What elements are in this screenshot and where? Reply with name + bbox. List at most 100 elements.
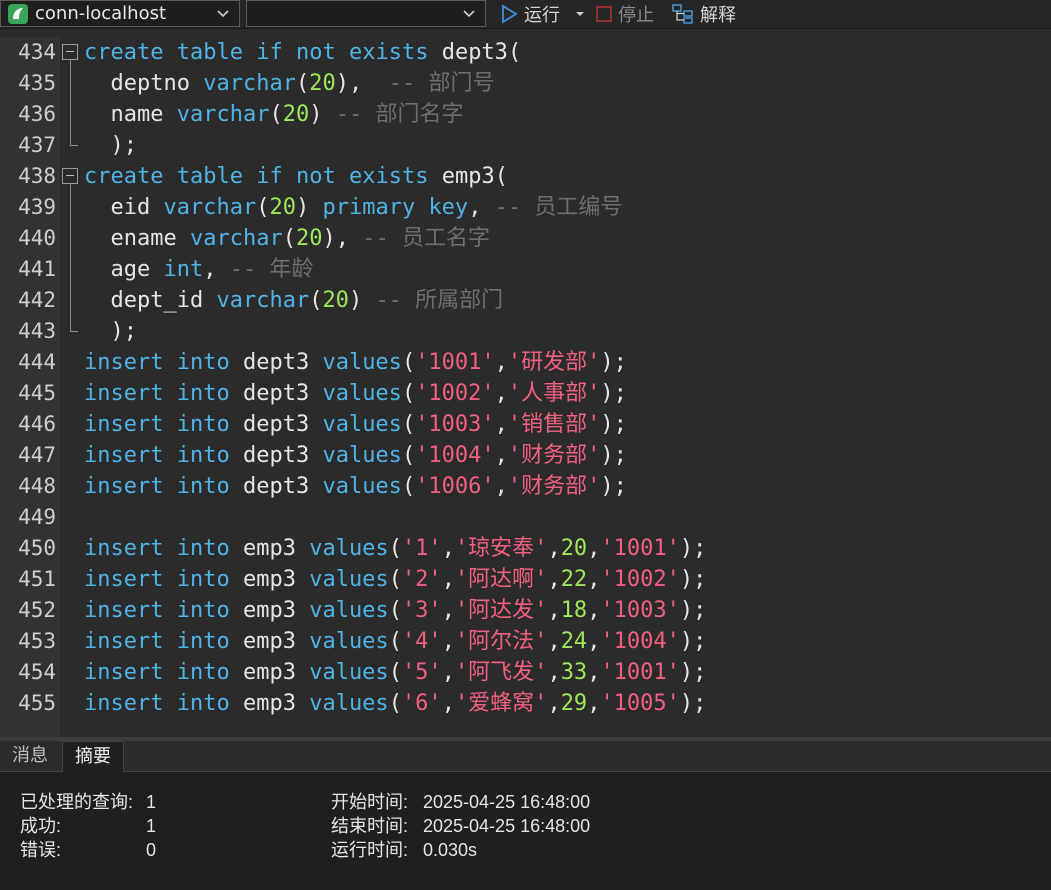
explain-label: 解释 bbox=[700, 4, 736, 26]
error-label: 错误: bbox=[20, 840, 62, 860]
code-line[interactable]: 441 age int, -- 年龄 bbox=[0, 254, 1051, 285]
connection-icon bbox=[7, 3, 29, 25]
code-line[interactable]: 449 bbox=[0, 502, 1051, 533]
connection-name: conn-localhost bbox=[35, 3, 167, 24]
result-tabs: 消息 摘要 bbox=[0, 741, 1051, 773]
fold-toggle-icon[interactable] bbox=[62, 168, 78, 184]
code-text: insert into emp3 values('4','阿尔法',24,'10… bbox=[84, 629, 707, 654]
chevron-down-icon bbox=[217, 10, 229, 18]
line-number: 437 bbox=[18, 133, 56, 157]
tab-messages[interactable]: 消息 bbox=[0, 741, 60, 771]
code-text: insert into emp3 values('3','阿达发',18,'10… bbox=[84, 598, 707, 623]
database-select[interactable] bbox=[246, 0, 486, 27]
code-text: insert into dept3 values('1001','研发部'); bbox=[84, 350, 627, 375]
code-line[interactable]: 451 insert into emp3 values('2','阿达啊',22,… bbox=[0, 564, 1051, 595]
line-number: 454 bbox=[18, 660, 56, 684]
line-number: 455 bbox=[18, 691, 56, 715]
end-time-label: 结束时间: bbox=[331, 816, 409, 836]
code-line[interactable]: 436 name varchar(20) -- 部门名字 bbox=[0, 99, 1051, 130]
line-number: 447 bbox=[18, 443, 56, 467]
code-line[interactable]: 434 create table if not exists dept3( bbox=[0, 37, 1051, 68]
code-line[interactable]: 443 ); bbox=[0, 316, 1051, 347]
line-number: 452 bbox=[18, 598, 56, 622]
processed-value: 1 bbox=[146, 792, 157, 812]
start-time-value: 2025-04-25 16:48:00 bbox=[423, 792, 591, 812]
run-label: 运行 bbox=[524, 4, 560, 26]
line-number: 435 bbox=[18, 71, 56, 95]
fold-toggle-icon[interactable] bbox=[62, 44, 78, 60]
code-text: insert into emp3 values('6','爱蜂窝',29,'10… bbox=[84, 691, 707, 716]
connection-select[interactable]: conn-localhost bbox=[0, 0, 240, 27]
explain-icon bbox=[672, 3, 694, 24]
code-text: insert into dept3 values('1002','人事部'); bbox=[84, 381, 627, 406]
error-value: 0 bbox=[146, 840, 157, 860]
line-number: 443 bbox=[18, 319, 56, 343]
code-line[interactable]: 442 dept_id varchar(20) -- 所属部门 bbox=[0, 285, 1051, 316]
code-text: insert into dept3 values('1006','财务部'); bbox=[84, 474, 627, 499]
line-number: 444 bbox=[18, 350, 56, 374]
code-text: ename varchar(20), -- 员工名字 bbox=[110, 226, 490, 251]
code-line[interactable]: 453 insert into emp3 values('4','阿尔法',24,… bbox=[0, 626, 1051, 657]
line-number: 436 bbox=[18, 102, 56, 126]
code-text: ); bbox=[110, 133, 138, 158]
code-text: insert into dept3 values('1004','财务部'); bbox=[84, 443, 627, 468]
explain-button[interactable]: 解释 bbox=[672, 0, 736, 27]
line-number: 440 bbox=[18, 226, 56, 250]
code-text: insert into emp3 values('5','阿飞发',33,'10… bbox=[84, 660, 707, 685]
fold-end-marker bbox=[70, 331, 78, 332]
code-line[interactable]: 438 create table if not exists emp3( bbox=[0, 161, 1051, 192]
code-line[interactable]: 437 ); bbox=[0, 130, 1051, 161]
line-number: 450 bbox=[18, 536, 56, 560]
code-text: name varchar(20) -- 部门名字 bbox=[110, 102, 464, 127]
runtime-value: 0.030s bbox=[423, 840, 478, 860]
line-number: 434 bbox=[18, 40, 56, 64]
success-label: 成功: bbox=[20, 816, 62, 836]
line-number: 453 bbox=[18, 629, 56, 653]
code-line[interactable]: 445 insert into dept3 values('1002','人事部'… bbox=[0, 378, 1051, 409]
toolbar: conn-localhost 运行 停止 解释 bbox=[0, 0, 1051, 29]
line-number: 446 bbox=[18, 412, 56, 436]
code-line[interactable]: 444 insert into dept3 values('1001','研发部'… bbox=[0, 347, 1051, 378]
code-text: deptno varchar(20), -- 部门号 bbox=[110, 71, 495, 96]
line-number: 439 bbox=[18, 195, 56, 219]
code-line[interactable]: 452 insert into emp3 values('3','阿达发',18,… bbox=[0, 595, 1051, 626]
code-line[interactable]: 439 eid varchar(20) primary key, -- 员工编号 bbox=[0, 192, 1051, 223]
fold-guide bbox=[70, 184, 71, 331]
run-button[interactable]: 运行 bbox=[500, 0, 560, 27]
fold-end-marker bbox=[70, 145, 78, 146]
caret-down-icon bbox=[576, 11, 584, 16]
code-line[interactable]: 455 insert into emp3 values('6','爱蜂窝',29,… bbox=[0, 688, 1051, 719]
processed-label: 已处理的查询: bbox=[20, 792, 134, 812]
code-text: create table if not exists dept3( bbox=[84, 40, 522, 65]
fold-guide bbox=[70, 60, 71, 145]
code-text: insert into emp3 values('2','阿达啊',22,'10… bbox=[84, 567, 707, 592]
line-number: 445 bbox=[18, 381, 56, 405]
stop-button[interactable]: 停止 bbox=[596, 0, 654, 27]
code-text: insert into dept3 values('1003','销售部'); bbox=[84, 412, 627, 437]
code-text: eid varchar(20) primary key, -- 员工编号 bbox=[110, 195, 623, 220]
code-text: insert into emp3 values('1','琼安奉',20,'10… bbox=[84, 536, 707, 561]
run-dropdown-button[interactable] bbox=[574, 0, 586, 27]
code-line[interactable]: 440 ename varchar(20), -- 员工名字 bbox=[0, 223, 1051, 254]
line-number: 442 bbox=[18, 288, 56, 312]
code-line[interactable]: 435 deptno varchar(20), -- 部门号 bbox=[0, 68, 1051, 99]
stop-label: 停止 bbox=[618, 4, 654, 26]
code-line[interactable]: 447 insert into dept3 values('1004','财务部'… bbox=[0, 440, 1051, 471]
stop-icon bbox=[596, 5, 612, 22]
code-text: dept_id varchar(20) -- 所属部门 bbox=[110, 288, 504, 313]
line-number: 448 bbox=[18, 474, 56, 498]
code-text: create table if not exists emp3( bbox=[84, 164, 508, 189]
code-line[interactable]: 454 insert into emp3 values('5','阿飞发',33,… bbox=[0, 657, 1051, 688]
sql-editor[interactable]: 434 create table if not exists dept3( 435 … bbox=[0, 37, 1051, 737]
play-icon bbox=[500, 3, 518, 24]
success-value: 1 bbox=[146, 816, 157, 836]
line-number: 451 bbox=[18, 567, 56, 591]
tab-summary[interactable]: 摘要 bbox=[62, 741, 124, 773]
line-number: 449 bbox=[18, 505, 56, 529]
code-line[interactable]: 450 insert into emp3 values('1','琼安奉',20,… bbox=[0, 533, 1051, 564]
summary-panel: 已处理的查询: 1 成功: 1 错误: 0 开始时间: 2025-04-25 1… bbox=[0, 772, 1051, 890]
code-line[interactable]: 448 insert into dept3 values('1006','财务部'… bbox=[0, 471, 1051, 502]
chevron-down-icon bbox=[463, 10, 475, 18]
code-line[interactable]: 446 insert into dept3 values('1003','销售部'… bbox=[0, 409, 1051, 440]
end-time-value: 2025-04-25 16:48:00 bbox=[423, 816, 591, 836]
